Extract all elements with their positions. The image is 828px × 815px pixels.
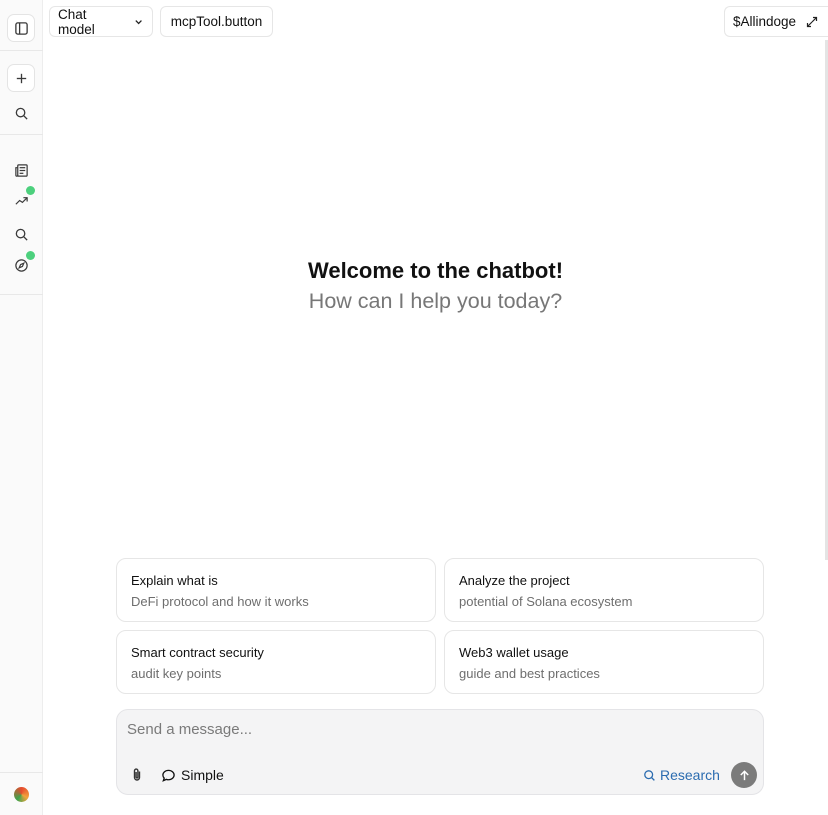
compass-icon	[14, 258, 28, 272]
token-label: $Allindoge	[733, 14, 797, 29]
newspaper-icon	[14, 163, 28, 177]
mcp-tool-label: mcpTool.button	[170, 14, 263, 29]
chat-model-label: Chat model	[58, 6, 95, 37]
new-chat-button[interactable]	[7, 64, 35, 92]
suggestion-title: Web3 wallet usage	[459, 645, 569, 660]
message-composer: Simple Research	[116, 709, 764, 795]
chevron-down-icon	[135, 19, 142, 24]
welcome-section: Welcome to the chatbot! How can I help y…	[43, 256, 828, 316]
suggestion-card[interactable]: Smart contract security audit key points	[116, 630, 436, 694]
search-icon	[15, 228, 28, 241]
notification-badge	[26, 251, 35, 260]
search-chats-button[interactable]	[7, 99, 35, 127]
suggestion-subtitle: audit key points	[131, 666, 222, 681]
notification-badge	[26, 186, 35, 195]
suggestion-title: Analyze the project	[459, 573, 570, 588]
suggestion-title: Smart contract security	[131, 645, 264, 660]
rail-divider	[0, 772, 43, 773]
welcome-title: Welcome to the chatbot!	[307, 258, 564, 283]
mode-label: Simple	[181, 767, 224, 783]
suggestion-subtitle: guide and best practices	[459, 666, 600, 681]
suggestion-card[interactable]: Explain what is DeFi protocol and how it…	[116, 558, 436, 622]
external-expand-icon	[806, 16, 818, 27]
suggestion-card[interactable]: Web3 wallet usage guide and best practic…	[444, 630, 764, 694]
mcp-tool-button[interactable]: mcpTool.button	[160, 6, 273, 37]
suggestion-subtitle: DeFi protocol and how it works	[131, 594, 309, 609]
explore-button[interactable]	[7, 251, 35, 279]
mode-simple-button[interactable]: Simple	[161, 765, 224, 785]
suggestion-title: Explain what is	[131, 573, 218, 588]
search-icon	[15, 107, 28, 120]
rail-divider	[0, 294, 43, 295]
chat-bubble-icon	[162, 769, 175, 782]
sidebar-toggle-button[interactable]	[7, 14, 35, 42]
app: Chat model mcpTool.button $Allindoge Wel…	[0, 0, 828, 815]
search-button[interactable]	[7, 220, 35, 248]
plus-icon	[16, 73, 26, 83]
rail-divider	[0, 134, 43, 135]
news-button[interactable]	[7, 156, 35, 184]
paperclip-icon[interactable]	[129, 767, 145, 783]
trending-button[interactable]	[7, 186, 35, 214]
send-button[interactable]	[731, 762, 757, 788]
research-label: Research	[660, 767, 720, 783]
suggestion-card[interactable]: Analyze the project potential of Solana …	[444, 558, 764, 622]
search-icon	[644, 769, 655, 781]
trending-icon	[14, 196, 28, 205]
sidebar-rail	[0, 0, 43, 815]
research-button[interactable]: Research	[643, 765, 720, 785]
token-button[interactable]: $Allindoge	[724, 6, 828, 37]
welcome-subtitle: How can I help you today?	[308, 289, 563, 313]
chat-model-selector[interactable]: Chat model	[49, 6, 153, 37]
message-input[interactable]	[127, 718, 747, 740]
arrow-up-icon	[739, 769, 749, 780]
suggestion-subtitle: potential of Solana ecosystem	[459, 594, 633, 609]
sidebar-toggle-icon	[14, 21, 28, 35]
rail-divider	[0, 50, 43, 51]
user-avatar[interactable]	[14, 787, 29, 802]
